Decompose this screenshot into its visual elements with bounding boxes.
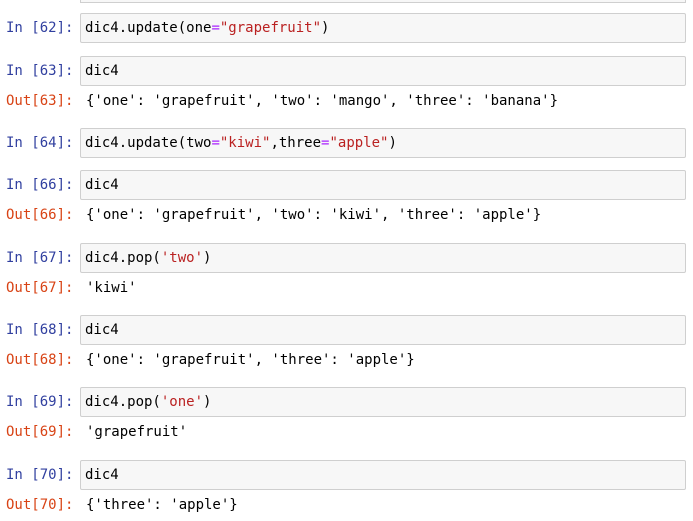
code-text: dic4.update(one="grapefruit") (85, 14, 329, 42)
notebook-cell: In [69]: dic4.pop('one') Out[69]: 'grape… (0, 387, 693, 447)
notebook-cell: In [70]: dic4 Out[70]: {'three': 'apple'… (0, 460, 693, 520)
input-row: In [70]: dic4 (0, 460, 693, 490)
code-token: dic4.update(two (85, 135, 212, 151)
code-input[interactable]: dic4 (80, 170, 686, 200)
output-prompt: Out[63]: (6, 93, 74, 109)
output-row: Out[66]: {'one': 'grapefruit', 'two': 'k… (0, 200, 693, 230)
code-input[interactable]: dic4.update(two="kiwi",three="apple") (80, 128, 686, 158)
code-text: dic4 (85, 461, 119, 489)
notebook-cell: In [64]: dic4.update(two="kiwi",three="a… (0, 128, 693, 158)
code-input[interactable]: dic4 (80, 460, 686, 490)
code-token: ) (203, 250, 212, 266)
code-text: dic4 (85, 57, 119, 85)
notebook-cell: In [68]: dic4 Out[68]: {'one': 'grapefru… (0, 315, 693, 375)
input-row: In [63]: dic4 (0, 56, 693, 86)
output-row: Out[69]: 'grapefruit' (0, 417, 693, 447)
output-prompt: Out[70]: (6, 497, 74, 513)
code-text: dic4 (85, 171, 119, 199)
notebook-cell: In [63]: dic4 Out[63]: {'one': 'grapefru… (0, 56, 693, 116)
output-text: {'one': 'grapefruit', 'three': 'apple'} (86, 352, 415, 368)
output-text: {'three': 'apple'} (86, 497, 238, 513)
code-token: ) (388, 135, 397, 151)
input-prompt: In [68]: (6, 322, 74, 338)
code-input[interactable]: dic4 (80, 56, 686, 86)
code-token: dic4 (85, 467, 119, 483)
code-token: dic4.pop( (85, 394, 161, 410)
string-token: "grapefruit" (219, 20, 322, 36)
string-token: 'two' (160, 250, 204, 266)
input-prompt: In [64]: (6, 135, 74, 151)
output-prompt: Out[69]: (6, 424, 74, 440)
code-token: dic4 (85, 322, 119, 338)
input-prompt: In [70]: (6, 467, 74, 483)
input-row: In [66]: dic4 (0, 170, 693, 200)
code-token: dic4 (85, 63, 119, 79)
input-row: In [69]: dic4.pop('one') (0, 387, 693, 417)
input-prompt: In [69]: (6, 394, 74, 410)
input-prompt: In [66]: (6, 177, 74, 193)
notebook-cell: In [62]: dic4.update(one="grapefruit") (0, 13, 693, 43)
code-text: dic4.pop('one') (85, 388, 211, 416)
input-prompt: In [63]: (6, 63, 74, 79)
string-token: "kiwi" (219, 135, 271, 151)
notebook-cell: In [67]: dic4.pop('two') Out[67]: 'kiwi' (0, 243, 693, 303)
notebook-cell: In [66]: dic4 Out[66]: {'one': 'grapefru… (0, 170, 693, 230)
input-prompt: In [67]: (6, 250, 74, 266)
string-token: "apple" (329, 135, 389, 151)
code-input[interactable]: dic4.pop('one') (80, 387, 686, 417)
code-token: dic4.update(one (85, 20, 212, 36)
code-token: dic4.pop( (85, 250, 161, 266)
input-row: In [64]: dic4.update(two="kiwi",three="a… (0, 128, 693, 158)
code-text: dic4.pop('two') (85, 244, 211, 272)
code-text: dic4 (85, 316, 119, 344)
code-token: ,three (270, 135, 322, 151)
output-text: 'grapefruit' (86, 424, 188, 440)
output-row: Out[63]: {'one': 'grapefruit', 'two': 'm… (0, 86, 693, 116)
operator-token: = (211, 135, 220, 151)
string-token: 'one' (160, 394, 204, 410)
output-text: 'kiwi' (86, 280, 137, 296)
code-token: dic4 (85, 177, 119, 193)
code-input[interactable]: dic4 (80, 315, 686, 345)
output-text: {'one': 'grapefruit', 'two': 'mango', 't… (86, 93, 559, 109)
input-prompt: In [62]: (6, 20, 74, 36)
output-row: Out[70]: {'three': 'apple'} (0, 490, 693, 520)
code-token: ) (321, 20, 330, 36)
code-text: dic4.update(two="kiwi",three="apple") (85, 129, 397, 157)
output-row: Out[67]: 'kiwi' (0, 273, 693, 303)
previous-cell-input-edge[interactable] (80, 0, 686, 3)
input-row: In [62]: dic4.update(one="grapefruit") (0, 13, 693, 43)
input-row: In [68]: dic4 (0, 315, 693, 345)
code-token: ) (203, 394, 212, 410)
input-row: In [67]: dic4.pop('two') (0, 243, 693, 273)
code-input[interactable]: dic4.update(one="grapefruit") (80, 13, 686, 43)
output-prompt: Out[67]: (6, 280, 74, 296)
output-row: Out[68]: {'one': 'grapefruit', 'three': … (0, 345, 693, 375)
output-prompt: Out[68]: (6, 352, 74, 368)
output-text: {'one': 'grapefruit', 'two': 'kiwi', 'th… (86, 207, 542, 223)
operator-token: = (211, 20, 220, 36)
code-input[interactable]: dic4.pop('two') (80, 243, 686, 273)
output-prompt: Out[66]: (6, 207, 74, 223)
